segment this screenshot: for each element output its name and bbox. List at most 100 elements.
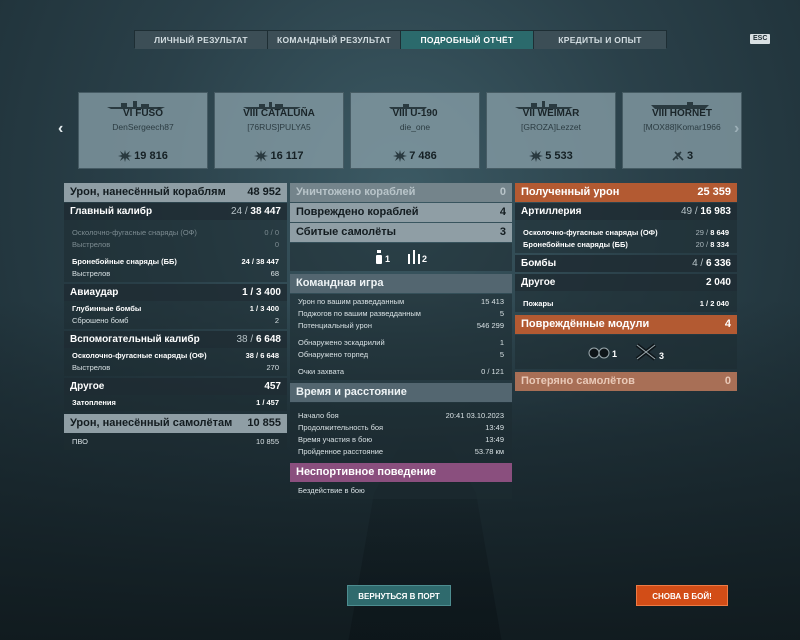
sec-shots-label: Выстрелов [72, 363, 111, 372]
airstrike-value: 1 / 3 400 [242, 287, 281, 298]
esc-close-button[interactable]: ESC [750, 34, 771, 44]
secondary-details: Осколочно-фугасные снаряды (ОФ) 38 / 6 64… [64, 348, 287, 376]
ship-damage-value: 19 816 [134, 150, 168, 162]
received-other-details: Пожары 1 / 2 040 [515, 291, 737, 312]
airstrike-hits: 1 [242, 287, 248, 298]
received-bombs-value: 4 / 6 336 [692, 258, 731, 269]
list-item: Очки захвата 0 / 121 [290, 366, 512, 378]
ap-shells-row: Бронебойные снаряды (ББ) 24 / 38 447 [64, 256, 287, 268]
modules-icons: 1 3 [515, 335, 737, 369]
time-distance-title: Время и расстояние [296, 386, 407, 398]
received-header: Полученный урон 25 359 [515, 183, 737, 202]
list-item: Бездействие в бою [290, 485, 512, 497]
other-damage-label: Другое [70, 381, 105, 392]
main-battery-label: Главный калибр [70, 206, 153, 217]
chevron-left-icon[interactable]: ‹ [58, 120, 63, 138]
secondary-value: 38 / 6 648 [236, 334, 282, 345]
tab-detailed-report[interactable]: ПОДРОБНЫЙ ОТЧЁТ [401, 31, 534, 49]
ap-shots-value: 68 [270, 269, 279, 278]
damage-dealt-header: Урон, нанесённый кораблям 48 952 [64, 183, 287, 202]
list-item: Потенциальный урон 546 299 [290, 320, 512, 332]
middle-column: Уничтожено кораблей 0 Повреждено корабле… [290, 183, 512, 499]
list-item: Пройденное расстояние 53.78 км [290, 446, 512, 458]
main-battery-hits: 24 [230, 206, 243, 217]
teamplay-value: 0 / 121 [481, 367, 504, 376]
sec-shots-value: 270 [266, 363, 279, 372]
time-label: Продолжительность боя [298, 423, 384, 432]
teamplay-value: 546 299 [476, 321, 504, 330]
other-damage-row: Другое 457 [64, 378, 287, 395]
secondary-hits: 38 [236, 334, 248, 345]
time-distance-header: Время и расстояние [290, 383, 512, 402]
destroyed-ships-header: Уничтожено кораблей 0 [290, 183, 512, 202]
he-shells-row: Осколочно-фугасные снаряды (ОФ) 0 / 0 [64, 227, 287, 239]
time-value: 20:41 03.10.2023 [445, 411, 504, 420]
artillery-details: Осколочно-фугасные снаряды (ОФ) 29 / 8 64… [515, 220, 737, 253]
ship-damage-value: 5 533 [545, 150, 573, 162]
destroyed-value: 0 [499, 186, 506, 198]
ship-damage: 7 486 [351, 150, 479, 163]
return-to-port-button[interactable]: ВЕРНУТЬСЯ В ПОРТ [347, 585, 451, 606]
ap-shells-label: Бронебойные снаряды (ББ) [72, 257, 177, 266]
artillery-label: Артиллерия [521, 206, 582, 217]
other-damage-details: Затопления 1 / 457 [64, 395, 287, 411]
tab-team-result[interactable]: КОМАНДНЫЙ РЕЗУЛЬТАТ [268, 31, 401, 49]
tab-credits-xp[interactable]: КРЕДИТЫ И ОПЫТ [534, 31, 666, 49]
list-item: Время участия в бою 13:49 [290, 434, 512, 446]
battle-again-button[interactable]: СНОВА В БОЙ! [636, 585, 728, 606]
teamplay-value: 5 [499, 309, 504, 318]
lost-planes-value: 0 [724, 375, 731, 387]
engine-module: 1 [588, 345, 617, 359]
received-title: Полученный урон [521, 186, 620, 198]
depth-charges-row: Глубинные бомбы 1 / 3 400 [64, 303, 287, 315]
received-he-value: 29 / 8 649 [695, 228, 729, 237]
player-name: [76RUS]PULYA5 [247, 122, 311, 132]
modules-title: Повреждённые модули [521, 318, 650, 330]
ship-damage: 19 816 [79, 150, 207, 163]
ship-card[interactable]: VIII HORNET [MOX88]Komar1966 3 [622, 92, 742, 169]
airstrike-damage: 3 400 [255, 287, 281, 298]
ship-card[interactable]: VII WEIMAR [GROZA]Lezzet 5 533 [486, 92, 616, 169]
plane-single-icon [375, 250, 382, 264]
received-he-label: Осколочно-фугасные снаряды (ОФ) [523, 228, 658, 237]
aircraft-damage-title: Урон, нанесённый самолётам [70, 417, 233, 429]
sec-he-label: Осколочно-фугасные снаряды (ОФ) [72, 351, 207, 360]
engine-module-count: 1 [611, 349, 617, 359]
he-shots-row: Выстрелов 0 [64, 239, 287, 251]
ship-card[interactable]: VI FUSŌ DenSergeech87 19 816 [78, 92, 208, 169]
unsporting-details: Бездействие в бою [290, 483, 512, 499]
received-ap-label: Бронебойные снаряды (ББ) [523, 240, 628, 249]
received-other-value: 2 040 [705, 277, 731, 288]
ship-card[interactable]: VIII CATALUÑA [76RUS]PULYA5 16 117 [214, 92, 344, 169]
ship-card[interactable]: VIII U-190 die_one 7 486 [350, 92, 480, 169]
flooding-label: Затопления [72, 398, 116, 407]
list-item: Продолжительность боя 13:49 [290, 422, 512, 434]
time-value: 13:49 [485, 423, 504, 432]
depth-charges-value: 1 / 3 400 [249, 304, 279, 313]
aircraft-damage-total: 10 855 [247, 417, 281, 429]
lost-planes-label: Потеряно самолётов [521, 375, 635, 387]
airstrike-row: Авиаудар 1 / 3 400 [64, 284, 287, 301]
fires-label: Пожары [523, 299, 554, 308]
teamplay-label: Поджогов по вашим разведданным [298, 309, 421, 318]
damage-dealt-title: Урон, нанесённый кораблям [70, 186, 226, 198]
plane-shot-down-icon [672, 151, 684, 161]
ship-name: VIII HORNET [651, 108, 712, 119]
engine-module-icon [588, 347, 610, 359]
received-total: 25 359 [697, 186, 731, 198]
airstrike-details: Глубинные бомбы 1 / 3 400 Сброшено бомб 2 [64, 301, 287, 329]
tab-personal-result[interactable]: ЛИЧНЫЙ РЕЗУЛЬТАТ [135, 31, 268, 49]
list-item: Обнаружено эскадрилий 1 [290, 337, 512, 349]
aa-value: 10 855 [256, 437, 279, 446]
teamplay-label: Потенциальный урон [298, 321, 372, 330]
unsporting-title: Неспортивное поведение [296, 466, 437, 478]
ship-damage: 16 117 [215, 150, 343, 163]
he-shells-label: Осколочно-фугасные снаряды (ОФ) [72, 228, 197, 237]
received-bombs-row: Бомбы 4 / 6 336 [515, 255, 737, 272]
received-other-label: Другое [521, 277, 556, 288]
time-distance-details: Начало боя 20:41 03.10.2023 Продолжительн… [290, 403, 512, 460]
depth-charges-label: Глубинные бомбы [72, 304, 142, 313]
list-item: Обнаружено торпед 5 [290, 349, 512, 361]
modules-header: Повреждённые модули 4 [515, 315, 737, 334]
teamplay-value: 15 413 [481, 297, 504, 306]
